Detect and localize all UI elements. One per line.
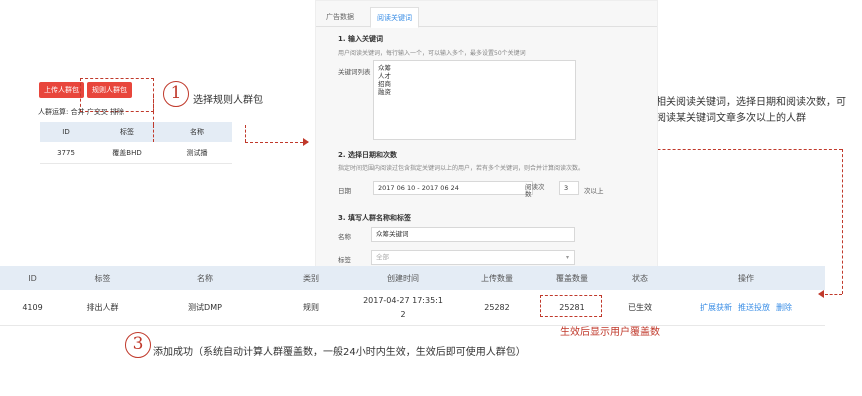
step-one-badge: 1 xyxy=(163,81,189,107)
mini-table-row: 3775 覆盖BHD 测试播 xyxy=(40,142,232,164)
step-three-badge: 3 xyxy=(125,332,151,358)
connector-line xyxy=(245,142,308,143)
tag-select[interactable]: 全部 ▾ xyxy=(371,250,575,265)
push-delivery-link[interactable]: 推送投放 xyxy=(738,302,770,313)
keyword-line: 招商 xyxy=(378,80,391,88)
created-time-line2: 2 xyxy=(400,309,406,319)
mini-audience-table: ID 标签 名称 3775 覆盖BHD 测试播 xyxy=(40,122,232,164)
read-count-label: 阅读次数 xyxy=(525,183,545,198)
col-coverage-count: 覆盖数量 xyxy=(556,273,588,283)
mini-col-tag: 标签 xyxy=(120,128,134,136)
connector-line xyxy=(153,95,154,125)
cell-created-time: 2017-04-27 17:35:1 2 xyxy=(352,290,454,325)
mini-col-name: 名称 xyxy=(190,128,204,136)
col-type: 类别 xyxy=(303,273,319,283)
cell-status: 已生效 xyxy=(628,303,652,312)
keyword-line: 人才 xyxy=(378,72,391,80)
step-one-text: 选择规则人群包 xyxy=(193,95,263,106)
mini-table-header: ID 标签 名称 xyxy=(40,122,232,142)
audience-ops-items[interactable]: 合并 广交叉 排除 xyxy=(71,108,124,116)
col-created-time: 创建时间 xyxy=(387,273,419,283)
cell-tag: 排出人群 xyxy=(86,303,119,312)
tag-select-value: 全部 xyxy=(376,253,389,261)
read-count-input[interactable]: 3 xyxy=(559,181,579,195)
step-two-line2: 生成阅读某关键词文章多次以上的人群 xyxy=(636,113,806,124)
audience-name-input[interactable]: 众筹关键词 xyxy=(371,227,575,242)
connector-line xyxy=(245,125,246,142)
section-date-desc: 指定时间范围内阅读过包含指定关键词以上的用户，若有多个关键词，则合并计算阅读次数… xyxy=(338,165,585,172)
mini-cell-name: 测试播 xyxy=(186,148,208,157)
step-two-line1: 输入相关阅读关键词，选择日期和阅读次数，可 xyxy=(636,97,846,108)
col-tag: 标签 xyxy=(94,273,111,283)
section-keywords-title: 1. 输入关键词 xyxy=(338,35,383,43)
audience-table: ID 标签 名称 类别 创建时间 上传数量 覆盖数量 状态 操作 4109 排出… xyxy=(0,266,825,326)
tab-reading-keywords[interactable]: 阅读关键词 xyxy=(370,7,419,28)
mini-col-id: ID xyxy=(62,128,70,136)
step-three-text: 添加成功（系统自动计算人群覆盖数，一般24小时内生效，生效后即可使用人群包） xyxy=(153,347,526,358)
form-tab-bar: 广告数据 阅读关键词 xyxy=(316,7,657,28)
keywords-textarea[interactable]: 众筹 人才 招商 融资 xyxy=(373,60,576,140)
audience-ops-label: 人群运算: xyxy=(38,108,69,116)
name-label: 名称 xyxy=(338,233,351,241)
arrow-right-icon xyxy=(303,138,309,146)
cell-actions: 扩展获新 推送投放 删除 xyxy=(676,290,816,325)
keyword-line: 众筹 xyxy=(378,64,391,72)
tag-label: 标签 xyxy=(338,256,351,264)
date-range-input[interactable]: 2017 06 10 - 2017 06 24 xyxy=(373,181,533,195)
cell-type: 规则 xyxy=(303,303,319,312)
delete-link[interactable]: 删除 xyxy=(776,302,792,313)
keyword-line: 融资 xyxy=(378,88,391,96)
keyword-audience-form: 广告数据 阅读关键词 1. 输入关键词 用户阅读关键词，每行输入一个，可以输入多… xyxy=(315,0,658,268)
audience-ops: 人群运算: 合并 广交叉 排除 xyxy=(38,107,124,117)
section-name-title: 3. 填写人群名称和标签 xyxy=(338,214,411,222)
created-time-line1: 2017-04-27 17:35:1 xyxy=(363,295,443,305)
tab-ad-data[interactable]: 广告数据 xyxy=(320,7,360,28)
cell-id: 4109 xyxy=(22,303,43,312)
cell-coverage-count: 25281 xyxy=(559,303,585,312)
section-keywords-desc: 用户阅读关键词，每行输入一个，可以输入多个，最多设置50个关键词 xyxy=(338,50,526,57)
upload-audience-button[interactable]: 上传人群包 xyxy=(39,82,84,98)
keywords-label: 关键词列表 xyxy=(338,68,371,76)
date-label: 日期 xyxy=(338,187,351,195)
cell-name: 测试DMP xyxy=(188,303,222,312)
col-name: 名称 xyxy=(197,273,213,283)
connector-line xyxy=(153,125,154,142)
section-date-title: 2. 选择日期和次数 xyxy=(338,151,397,159)
connector-line xyxy=(842,149,843,294)
chevron-down-icon: ▾ xyxy=(565,254,569,261)
col-id: ID xyxy=(28,273,37,283)
table-row: 4109 排出人群 测试DMP 规则 2017-04-27 17:35:1 2 … xyxy=(0,290,825,326)
table-header: ID 标签 名称 类别 创建时间 上传数量 覆盖数量 状态 操作 xyxy=(0,266,825,290)
col-status: 状态 xyxy=(632,273,648,283)
step-two-text: 输入相关阅读关键词，选择日期和阅读次数，可 生成阅读某关键词文章多次以上的人群 xyxy=(636,95,846,127)
read-count-suffix: 次以上 xyxy=(584,187,604,195)
connector-line xyxy=(825,294,842,295)
col-actions: 操作 xyxy=(738,273,754,283)
mini-cell-id: 3775 xyxy=(57,148,75,157)
expand-link[interactable]: 扩展获新 xyxy=(700,302,732,313)
mini-cell-tag: 覆盖BHD xyxy=(112,148,142,157)
col-upload-count: 上传数量 xyxy=(481,273,513,283)
cell-upload-count: 25282 xyxy=(484,303,510,312)
